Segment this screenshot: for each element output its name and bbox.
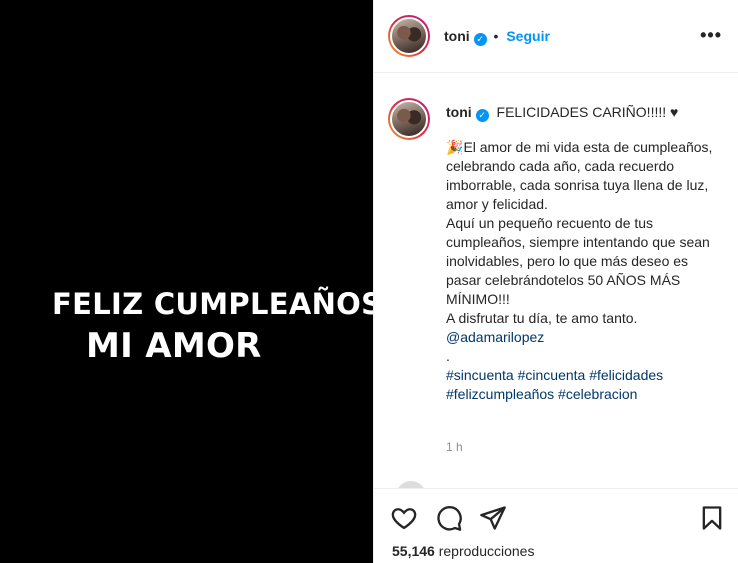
more-options-icon[interactable]: •••: [700, 26, 722, 44]
media-text-line2: MI AMOR: [86, 326, 262, 366]
caption-line-2: Aquí un pequeño recuento de tus cumpleañ…: [446, 215, 710, 307]
verified-badge-icon: ✓: [473, 33, 487, 46]
mention-link[interactable]: @adamarilopez: [446, 329, 544, 345]
caption-headline: FELICIDADES CARIÑO!!!!! ♥: [496, 104, 679, 120]
avatar-photo: [390, 17, 428, 55]
caption-avatar[interactable]: [388, 98, 430, 140]
caption-head: toni ✓ FELICIDADES CARIÑO!!!!! ♥: [446, 103, 726, 122]
avatar[interactable]: [388, 15, 430, 57]
post-header: toni ✓ • Seguir •••: [374, 0, 738, 73]
hashtags-link-row2[interactable]: #felizcumpleaños #celebracion: [446, 386, 637, 402]
header-user-row: toni ✓ • Seguir: [444, 28, 550, 46]
caption-line-3: A disfrutar tu día, te amo tanto.: [446, 310, 638, 326]
hashtags-link-row1[interactable]: #sincuenta #cincuenta #felicidades: [446, 367, 663, 383]
action-bar: 55,146 reproducciones: [374, 488, 738, 563]
post-side-panel: toni ✓ • Seguir ••• toni ✓ FELICIDADES CAR…: [373, 0, 738, 563]
views-label: reproducciones: [438, 543, 535, 559]
heart-icon[interactable]: [390, 504, 418, 532]
comment-icon[interactable]: [435, 504, 463, 532]
caption-dot: .: [446, 348, 450, 364]
caption-username[interactable]: toni: [446, 104, 472, 120]
post-timestamp[interactable]: 1 h: [446, 440, 463, 454]
views-number: 55,146: [392, 543, 435, 559]
post-media[interactable]: FELIZ CUMPLEAÑOS MI AMOR: [0, 0, 382, 563]
header-separator: •: [493, 28, 499, 44]
verified-badge-icon: ✓: [475, 109, 489, 122]
party-popper-icon: 🎉: [446, 139, 464, 155]
caption-line-1-text: El amor de mi vida esta de cumpleaños, c…: [446, 139, 713, 212]
share-icon[interactable]: [479, 504, 507, 532]
post-caption: toni ✓ FELICIDADES CARIÑO!!!!! ♥ 🎉El amor…: [446, 103, 726, 404]
avatar-photo: [390, 100, 428, 138]
follow-button[interactable]: Seguir: [506, 28, 550, 44]
header-username[interactable]: toni: [444, 28, 470, 44]
bookmark-icon[interactable]: [698, 504, 726, 532]
next-comment-avatar[interactable]: [396, 481, 426, 488]
media-text-line1: FELIZ CUMPLEAÑOS: [52, 287, 383, 321]
views-count[interactable]: 55,146 reproducciones: [392, 543, 534, 559]
caption-line-1: 🎉El amor de mi vida esta de cumpleaños, …: [446, 138, 726, 214]
comments-area: toni ✓ FELICIDADES CARIÑO!!!!! ♥ 🎉El amor…: [374, 73, 738, 488]
